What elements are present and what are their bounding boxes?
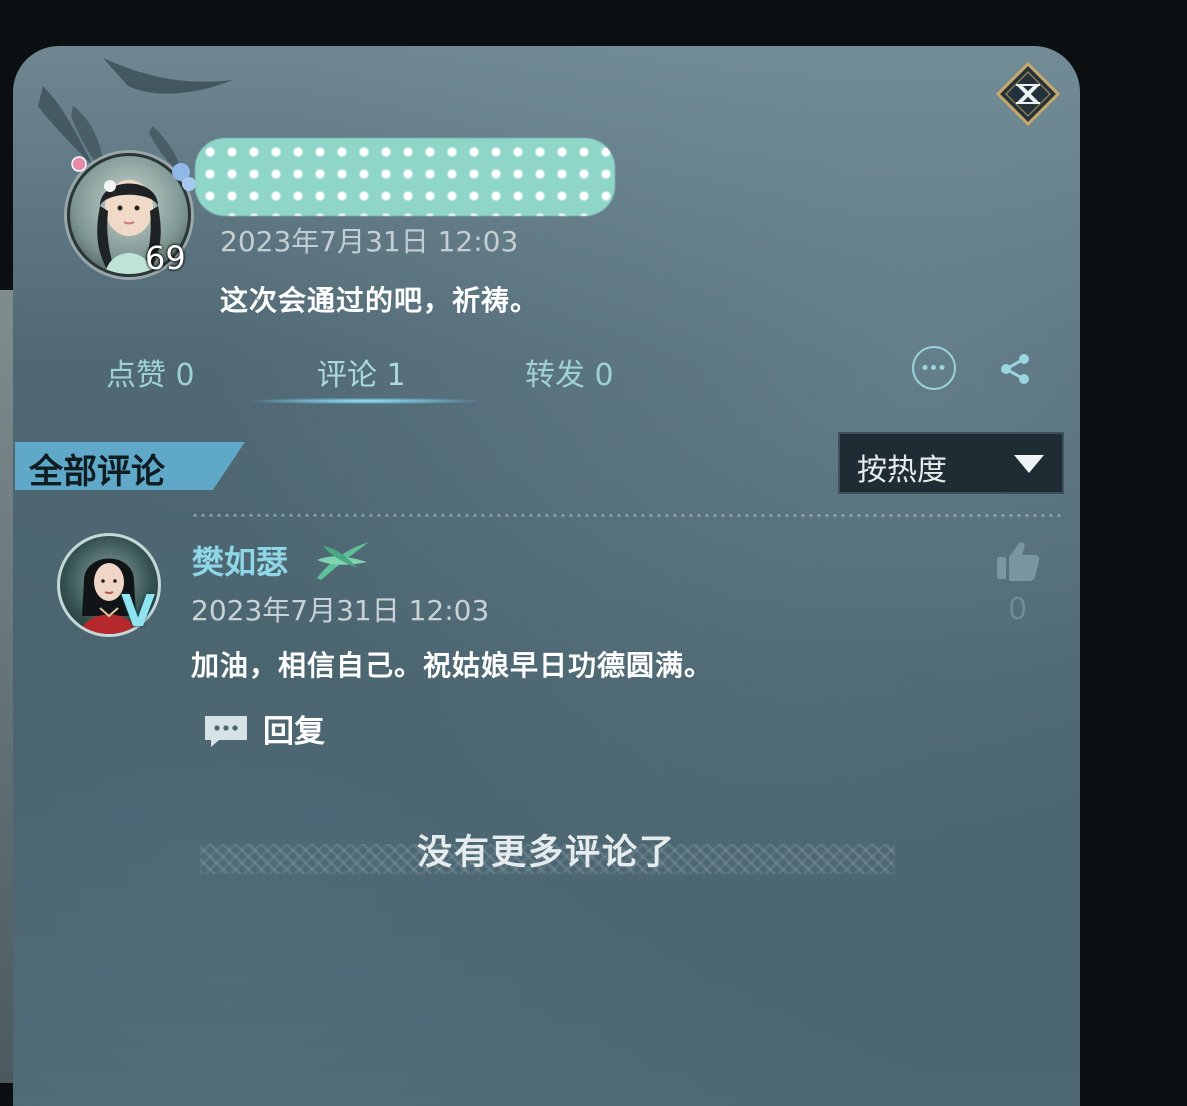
ellipsis-icon xyxy=(922,365,945,370)
close-icon[interactable] xyxy=(996,62,1060,126)
all-comments-heading: 全部评论 xyxy=(29,452,165,492)
like-count: 0 xyxy=(1008,592,1028,627)
flower-ornament-icon xyxy=(71,156,196,191)
comment-content: 加油，相信自己。祝姑娘早日功德圆满。 xyxy=(191,649,714,682)
author-name-redacted xyxy=(195,138,615,216)
post-timestamp: 2023年7月31日 12:03 xyxy=(220,225,519,258)
thumbs-up-icon[interactable] xyxy=(993,539,1041,583)
divider xyxy=(191,514,1061,517)
comment-timestamp: 2023年7月31日 12:03 xyxy=(191,594,490,627)
user-level: 69 xyxy=(145,239,186,277)
sort-dropdown[interactable]: 按热度 xyxy=(838,432,1064,494)
tab-likes[interactable]: 点赞 0 xyxy=(106,350,195,394)
active-tab-indicator xyxy=(253,398,478,404)
chat-bubble-icon xyxy=(205,716,247,747)
post-content: 这次会通过的吧，祈祷。 xyxy=(220,284,540,317)
comment-panel: 69 2023年7月31日 12:03 这次会通过的吧，祈祷。 点赞 0 评论 … xyxy=(13,46,1080,1106)
tab-reposts[interactable]: 转发 0 xyxy=(525,350,614,394)
tab-comments[interactable]: 评论 1 xyxy=(317,350,406,394)
sort-dropdown-value: 按热度 xyxy=(857,453,947,488)
commenter-name[interactable]: 樊如瑟 xyxy=(192,537,288,583)
background-left-strip xyxy=(0,290,14,1083)
verified-badge: V xyxy=(121,586,156,637)
reply-label: 回复 xyxy=(263,714,325,750)
no-more-comments-text: 没有更多评论了 xyxy=(416,832,676,873)
more-options-button[interactable] xyxy=(912,346,956,390)
bamboo-leaf-icon xyxy=(317,542,369,580)
share-icon[interactable] xyxy=(997,351,1033,387)
dropdown-arrow-icon xyxy=(1014,455,1044,473)
